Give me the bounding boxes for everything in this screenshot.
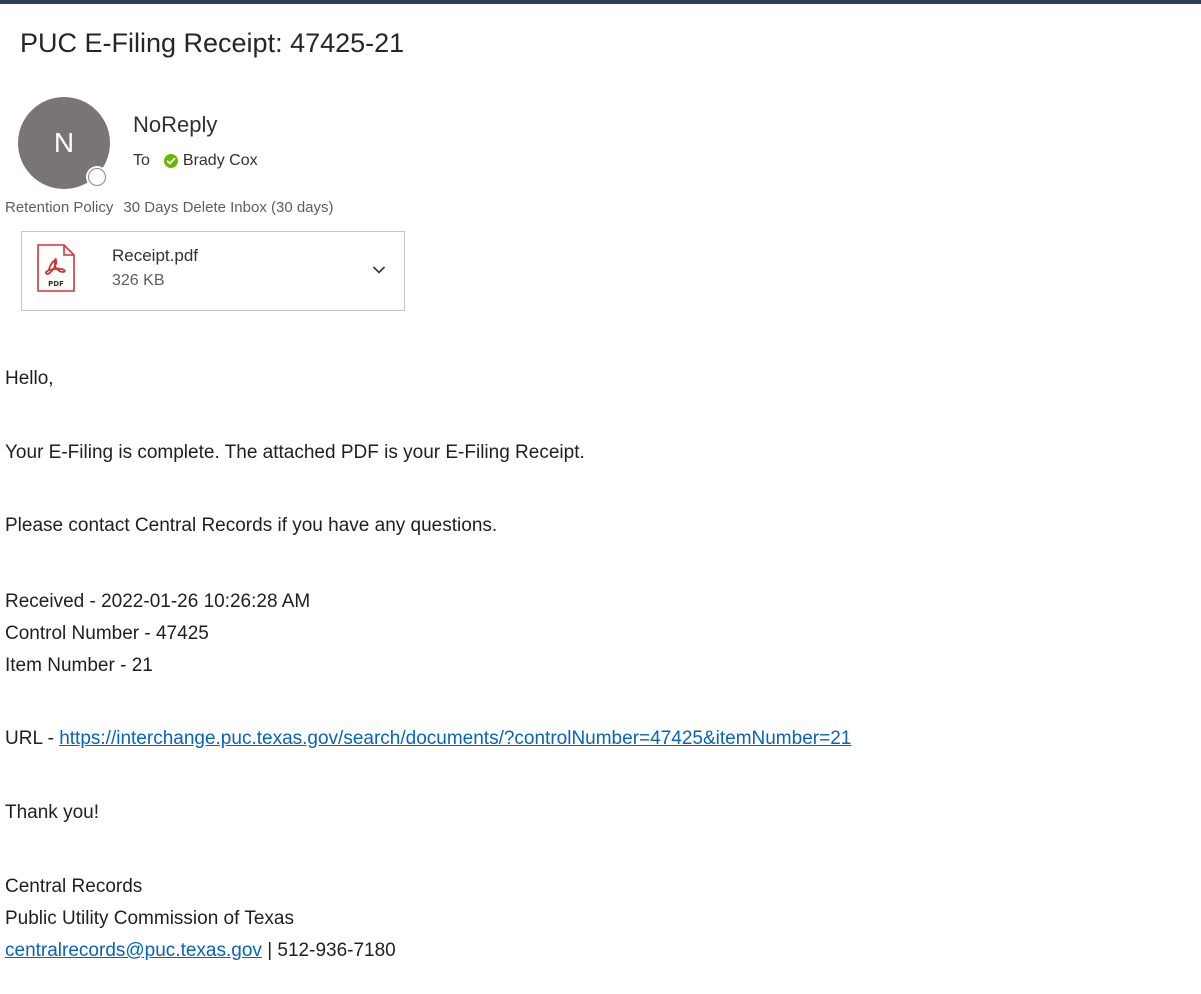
window-top-border: [0, 0, 1201, 4]
available-check-icon: [163, 154, 178, 168]
attachment-name: Receipt.pdf: [112, 246, 198, 265]
url-line: URL - https://interchange.puc.texas.gov/…: [5, 728, 851, 750]
body-line-complete: Your E-Filing is complete. The attached …: [5, 442, 585, 463]
pdf-icon: PDF: [37, 244, 75, 292]
body-line-contact: Please contact Central Records if you ha…: [5, 515, 498, 536]
greeting-text: Hello,: [5, 368, 54, 389]
signature-contact: centralrecords@puc.texas.gov | 512-936-7…: [5, 940, 396, 962]
phone-number: | 512-936-7180: [261, 940, 396, 961]
retention-policy: Retention Policy 30 Days Delete Inbox (30…: [5, 199, 334, 216]
item-number-line: Item Number - 21: [5, 655, 153, 676]
retention-value: 30 Days Delete Inbox (30 days): [123, 199, 334, 216]
avatar-initial: N: [53, 127, 75, 158]
signature-name: Central Records: [5, 876, 143, 897]
retention-label: Retention Policy: [5, 199, 114, 216]
document-url-link[interactable]: https://interchange.puc.texas.gov/search…: [59, 728, 851, 749]
chevron-down-icon[interactable]: [372, 265, 386, 275]
presence-status-icon: [88, 168, 106, 186]
attachment-card[interactable]: PDF Receipt.pdf 326 KB: [21, 231, 405, 311]
recipient-row: To Brady Cox: [133, 152, 258, 170]
attachment-size: 326 KB: [112, 272, 165, 289]
control-number-line: Control Number - 47425: [5, 623, 209, 644]
pdf-icon-label: PDF: [48, 280, 64, 288]
recipient-name[interactable]: Brady Cox: [183, 152, 258, 170]
url-prefix: URL -: [5, 728, 60, 749]
signature-org: Public Utility Commission of Texas: [5, 908, 294, 929]
to-label: To: [133, 152, 150, 169]
email-subject: PUC E-Filing Receipt: 47425-21: [20, 28, 405, 58]
email-address-link[interactable]: centralrecords@puc.texas.gov: [5, 940, 262, 961]
sender-name[interactable]: NoReply: [133, 112, 217, 138]
received-line: Received - 2022-01-26 10:26:28 AM: [5, 591, 311, 612]
thanks-text: Thank you!: [5, 802, 99, 823]
